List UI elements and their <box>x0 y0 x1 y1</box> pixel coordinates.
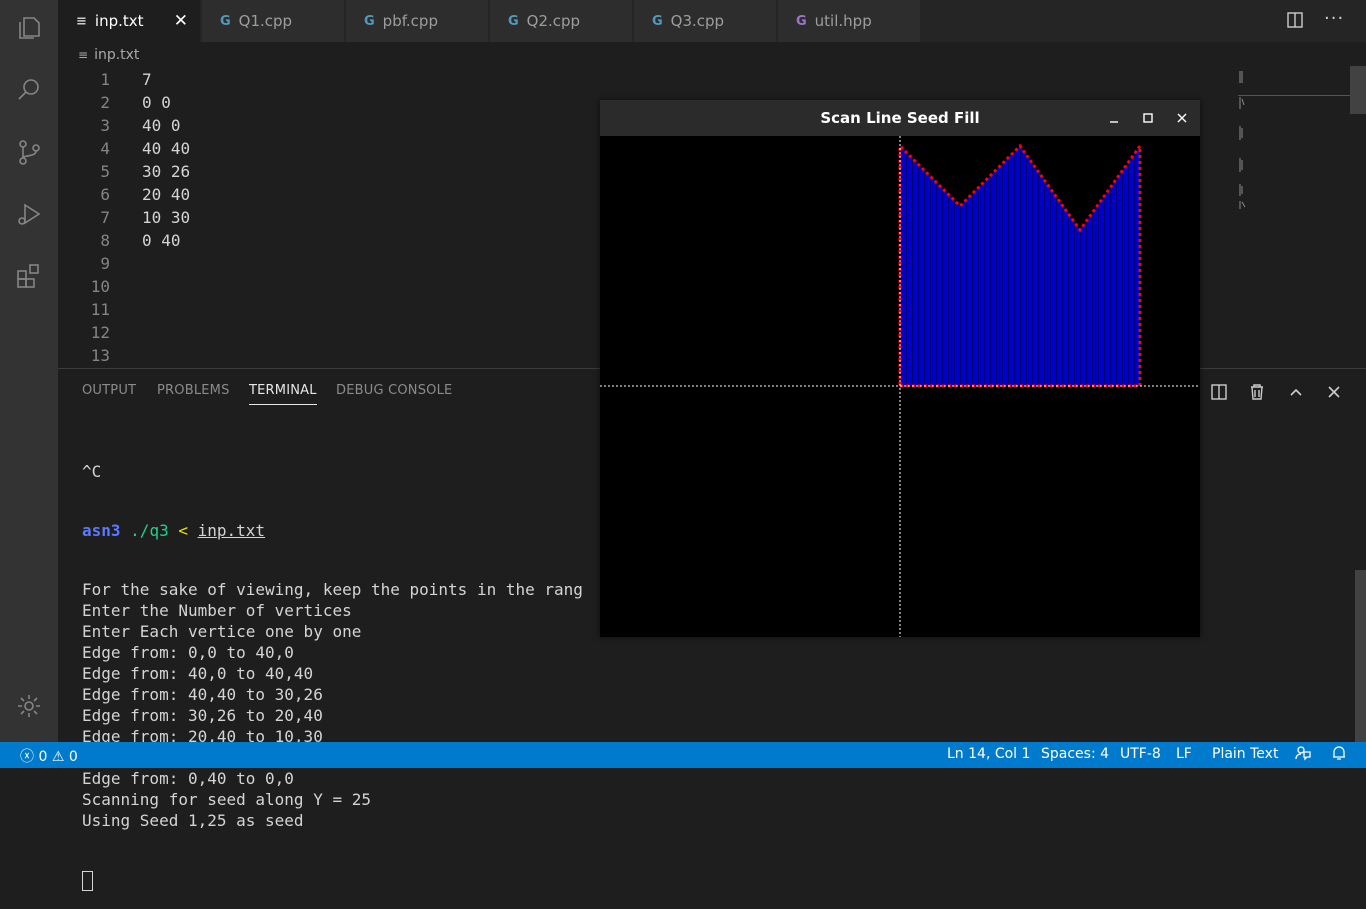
terminal-line: Edge from: 40,40 to 30,26 <box>82 685 323 704</box>
tab-label: Q1.cpp <box>238 12 293 30</box>
search-icon[interactable] <box>13 74 45 106</box>
terminal-cursor <box>82 870 93 891</box>
tab-label: Q2.cpp <box>526 12 581 30</box>
terminal-line: Edge from: 40,0 to 40,40 <box>82 664 314 683</box>
tab-label: util.hpp <box>814 12 872 30</box>
tab-pbf-cpp[interactable]: Gpbf.cpp <box>346 0 489 42</box>
error-count: 0 <box>38 749 48 765</box>
line-number: 3 <box>100 116 110 135</box>
breadcrumb-file: inp.txt <box>94 47 140 63</box>
warning-count: 0 <box>68 749 78 765</box>
error-icon: ⓧ <box>20 749 34 765</box>
breadcrumb[interactable]: ≡ inp.txt <box>78 44 139 66</box>
prompt-dir: asn3 <box>82 521 121 540</box>
cpp-file-icon: G <box>220 13 231 29</box>
scan-line-seed-fill-window[interactable]: Scan Line Seed Fill <box>600 100 1200 637</box>
split-terminal-icon[interactable] <box>1208 381 1230 403</box>
notifications-bell-icon[interactable] <box>1332 745 1346 765</box>
terminal-line: Edge from: 0,40 to 0,0 <box>82 769 294 788</box>
source-control-icon[interactable] <box>13 136 45 168</box>
line-number: 7 <box>100 208 110 227</box>
tab-inp-txt[interactable]: ≡ inp.txt ✕ <box>58 0 201 42</box>
tab-debug-console[interactable]: DEBUG CONSOLE <box>336 383 452 398</box>
status-bar: ⓧ 0 ⚠ 0 Ln 14, Col 1 Spaces: 4 UTF-8 LF … <box>0 742 1366 768</box>
run-debug-icon[interactable] <box>13 198 45 230</box>
terminal-line: Edge from: 0,0 to 40,0 <box>82 643 294 662</box>
line-number: 9 <box>100 254 110 273</box>
terminal-line: Edge from: 30,26 to 20,40 <box>82 706 323 725</box>
code-line: 40 40 <box>142 139 191 158</box>
line-number: 12 <box>90 323 110 342</box>
tab-util-hpp[interactable]: Gutil.hpp <box>778 0 921 42</box>
more-actions-icon[interactable]: ··· <box>1324 8 1344 29</box>
cursor-position[interactable]: Ln 14, Col 1 <box>947 746 1030 762</box>
code-line: 10 30 <box>142 208 191 227</box>
extensions-icon[interactable] <box>13 260 45 292</box>
cpp-file-icon: G <box>508 13 519 29</box>
close-panel-icon[interactable] <box>1323 381 1345 403</box>
minimap[interactable] <box>1238 66 1350 366</box>
tab-q2-cpp[interactable]: G Q2.cpp <box>490 0 633 42</box>
tab-problems[interactable]: PROBLEMS <box>157 383 230 398</box>
end-of-line[interactable]: LF <box>1176 746 1192 762</box>
terminal-cursor-line <box>82 869 1332 891</box>
tab-output[interactable]: OUTPUT <box>82 383 136 398</box>
tab-terminal[interactable]: TERMINAL <box>249 383 317 405</box>
minimize-icon[interactable] <box>1103 107 1125 129</box>
line-number: 11 <box>90 300 110 319</box>
code-line: 7 <box>142 70 152 89</box>
code-line: 20 40 <box>142 185 191 204</box>
hpp-file-icon: G <box>796 13 807 29</box>
editor-tab-bar: ≡ inp.txt ✕ G Q1.cpp Gpbf.cpp G Q2.cpp G Q3.cpp Gu… <box>58 0 1366 42</box>
text-file-icon: ≡ <box>78 48 89 62</box>
prompt-redirect: < <box>178 521 188 540</box>
terminal-scrollbar[interactable] <box>1355 570 1366 742</box>
line-number: 4 <box>100 139 110 158</box>
activity-bar <box>0 0 58 742</box>
line-number: 6 <box>100 185 110 204</box>
tab-q3-cpp[interactable]: G Q3.cpp <box>634 0 777 42</box>
close-window-icon[interactable] <box>1171 107 1193 129</box>
line-number: 8 <box>100 231 110 250</box>
code-line: 0 0 <box>142 93 171 112</box>
prompt-command: ./q3 <box>130 521 169 540</box>
terminal-line: Using Seed 1,25 as seed <box>82 811 304 830</box>
line-number: 10 <box>90 277 110 296</box>
editor-scrollbar[interactable] <box>1350 66 1366 114</box>
language-mode[interactable]: Plain Text <box>1212 746 1278 762</box>
cpp-file-icon: G <box>652 13 663 29</box>
settings-gear-icon[interactable] <box>13 690 45 722</box>
line-number: 2 <box>100 93 110 112</box>
tab-label: Q3.cpp <box>670 12 725 30</box>
code-line: 30 26 <box>142 162 191 181</box>
problems-status[interactable]: ⓧ 0 ⚠ 0 <box>20 746 78 766</box>
text-file-icon: ≡ <box>76 13 87 29</box>
trash-icon[interactable] <box>1246 381 1268 403</box>
chevron-up-icon[interactable] <box>1285 381 1307 403</box>
warning-icon: ⚠ <box>51 749 65 765</box>
terminal-line: Scanning for seed along Y = 25 <box>82 790 371 809</box>
line-number: 1 <box>100 70 110 89</box>
drawing-canvas <box>600 136 1200 637</box>
split-editor-icon[interactable] <box>1286 11 1304 33</box>
line-number: 13 <box>90 346 110 365</box>
close-tab-icon[interactable]: ✕ <box>174 11 188 31</box>
tab-label: inp.txt <box>94 12 144 30</box>
tab-q1-cpp[interactable]: G Q1.cpp <box>202 0 345 42</box>
explorer-icon[interactable] <box>13 12 45 44</box>
encoding[interactable]: UTF-8 <box>1120 746 1161 762</box>
line-number: 5 <box>100 162 110 181</box>
maximize-icon[interactable] <box>1137 107 1159 129</box>
tab-label: pbf.cpp <box>382 12 438 30</box>
feedback-icon[interactable] <box>1295 745 1311 765</box>
indentation[interactable]: Spaces: 4 <box>1041 746 1109 762</box>
window-title: Scan Line Seed Fill <box>820 109 980 127</box>
code-line: 40 0 <box>142 116 181 135</box>
prompt-file: inp.txt <box>197 521 266 540</box>
code-line: 0 40 <box>142 231 181 250</box>
cpp-file-icon: G <box>364 13 375 29</box>
